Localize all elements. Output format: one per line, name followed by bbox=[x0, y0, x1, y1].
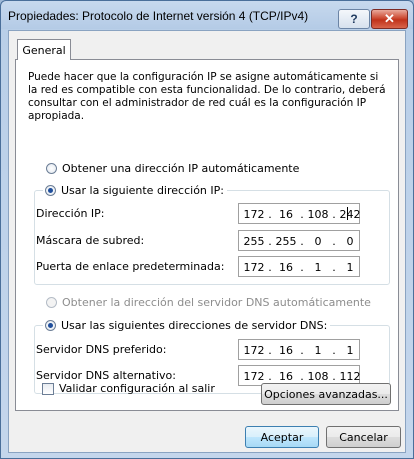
subnet-mask-octet-1: 255 bbox=[243, 235, 265, 248]
help-icon: ? bbox=[350, 12, 358, 26]
validate-settings-checkbox[interactable] bbox=[42, 382, 54, 395]
ip-address-octet-3: 108 bbox=[307, 208, 329, 221]
radio-dns-auto-label: Obtener la dirección del servidor DNS au… bbox=[62, 296, 371, 309]
title-bar[interactable]: Propiedades: Protocolo de Internet versi… bbox=[1, 1, 413, 30]
default-gateway-label: Puerta de enlace predeterminada: bbox=[36, 260, 225, 273]
close-button[interactable]: ✕ bbox=[371, 9, 408, 29]
alternate-dns-octet-1: 172 bbox=[243, 370, 265, 383]
advanced-options-button[interactable]: Opciones avanzadas... bbox=[261, 383, 391, 405]
advanced-options-label: Opciones avanzadas... bbox=[264, 387, 388, 401]
description-text: Puede hacer que la configuración IP se a… bbox=[28, 71, 386, 122]
radio-dns-manual-label: Usar las siguientes direcciones de servi… bbox=[61, 319, 328, 332]
radio-dns-auto-indicator[interactable] bbox=[46, 297, 57, 308]
radio-ip-auto-indicator[interactable] bbox=[46, 163, 57, 174]
default-gateway-input[interactable]: 172. 16. 1. 1 bbox=[238, 256, 360, 277]
text-caret bbox=[347, 207, 348, 220]
default-gateway-octet-4: 1 bbox=[346, 261, 354, 274]
subnet-mask-octet-2: 255 bbox=[275, 235, 297, 248]
preferred-dns-octet-2: 16 bbox=[279, 344, 293, 357]
radio-ip-manual-indicator[interactable] bbox=[45, 185, 56, 196]
ip-address-octet-4: 242 bbox=[339, 208, 361, 221]
subnet-mask-input[interactable]: 255. 255. 0. 0 bbox=[238, 230, 360, 251]
alternate-dns-octet-3: 108 bbox=[307, 370, 329, 383]
ok-button-label: Aceptar bbox=[260, 430, 304, 444]
ip-address-row: Dirección IP: 172. 16. 108. 242 bbox=[36, 203, 386, 225]
preferred-dns-octet-3: 1 bbox=[314, 344, 322, 357]
dialog-window: Propiedades: Protocolo de Internet versi… bbox=[0, 0, 414, 459]
radio-dns-auto[interactable]: Obtener la dirección del servidor DNS au… bbox=[46, 296, 371, 309]
general-tab-panel: Puede hacer que la configuración IP se a… bbox=[15, 59, 399, 411]
alternate-dns-octet-4: 112 bbox=[339, 370, 361, 383]
validate-settings-checkbox-row[interactable]: Validar configuración al salir bbox=[42, 382, 215, 395]
subnet-mask-row: Máscara de subred: 255. 255. 0. 0 bbox=[36, 230, 386, 252]
default-gateway-row: Puerta de enlace predeterminada: 172. 16… bbox=[36, 256, 386, 278]
subnet-mask-octet-4: 0 bbox=[346, 235, 354, 248]
ip-address-octet-2: 16 bbox=[279, 208, 293, 221]
radio-ip-manual[interactable]: Usar la siguiente dirección IP: bbox=[43, 184, 227, 197]
tab-general-label: General bbox=[22, 43, 66, 57]
dialog-client-area: General Puede hacer que la configuración… bbox=[8, 30, 406, 453]
preferred-dns-input[interactable]: 172. 16. 1. 1 bbox=[238, 339, 360, 360]
default-gateway-octet-1: 172 bbox=[243, 261, 265, 274]
ip-address-input[interactable]: 172. 16. 108. 242 bbox=[238, 203, 361, 224]
cancel-button-label: Cancelar bbox=[339, 430, 388, 444]
subnet-mask-octet-3: 0 bbox=[314, 235, 322, 248]
ip-address-octet-1: 172 bbox=[243, 208, 265, 221]
close-icon: ✕ bbox=[384, 11, 395, 26]
alternate-dns-octet-2: 16 bbox=[279, 370, 293, 383]
preferred-dns-row: Servidor DNS preferido: 172. 16. 1. 1 bbox=[36, 339, 386, 361]
default-gateway-octet-3: 1 bbox=[314, 261, 322, 274]
default-gateway-octet-2: 16 bbox=[279, 261, 293, 274]
window-title: Propiedades: Protocolo de Internet versi… bbox=[8, 9, 309, 23]
ok-button[interactable]: Aceptar bbox=[245, 426, 319, 448]
preferred-dns-octet-4: 1 bbox=[346, 344, 354, 357]
radio-ip-auto-label: Obtener una dirección IP automáticamente bbox=[62, 162, 300, 175]
alternate-dns-label: Servidor DNS alternativo: bbox=[36, 369, 176, 382]
subnet-mask-label: Máscara de subred: bbox=[36, 234, 145, 247]
cancel-button[interactable]: Cancelar bbox=[326, 426, 401, 448]
radio-ip-auto[interactable]: Obtener una dirección IP automáticamente bbox=[46, 162, 299, 175]
validate-settings-label: Validar configuración al salir bbox=[59, 382, 215, 395]
tab-general[interactable]: General bbox=[17, 39, 71, 60]
radio-dns-manual[interactable]: Usar las siguientes direcciones de servi… bbox=[43, 319, 331, 332]
preferred-dns-octet-1: 172 bbox=[243, 344, 265, 357]
radio-ip-manual-label: Usar la siguiente dirección IP: bbox=[61, 184, 224, 197]
ip-address-label: Dirección IP: bbox=[36, 207, 105, 220]
help-button[interactable]: ? bbox=[338, 9, 370, 29]
preferred-dns-label: Servidor DNS preferido: bbox=[36, 343, 167, 356]
radio-dns-manual-indicator[interactable] bbox=[45, 320, 56, 331]
